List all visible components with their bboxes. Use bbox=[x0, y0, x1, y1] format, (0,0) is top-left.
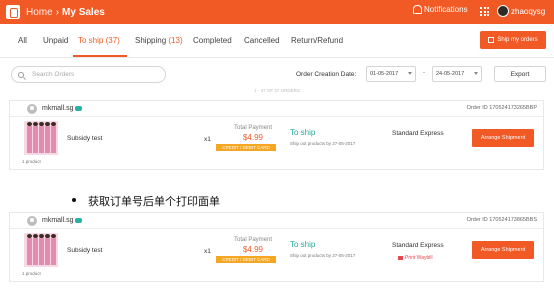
username[interactable]: zhaoqysg bbox=[511, 7, 545, 16]
active-tab-indicator bbox=[73, 55, 127, 57]
date-filter-label: Order Creation Date: bbox=[296, 71, 357, 78]
tab-return-refund[interactable]: Return/Refund bbox=[291, 36, 343, 45]
quantity: x1 bbox=[204, 136, 211, 143]
total-payment-label: Total Payment bbox=[233, 125, 273, 131]
order-id: Order ID 170524173865BBS bbox=[466, 217, 537, 223]
caption-text: 获取订单号后单个打印面单 bbox=[88, 195, 220, 208]
page-title: My Sales bbox=[62, 6, 105, 18]
notifications-link[interactable]: Notifications bbox=[413, 5, 468, 14]
orders-summary: 1 - 37 OF 37 ORDERS bbox=[254, 88, 300, 93]
breadcrumb: Home › My Sales bbox=[26, 7, 105, 18]
order-status: To ship bbox=[290, 240, 316, 249]
order-status: To ship bbox=[290, 128, 316, 137]
product-thumbnail[interactable] bbox=[24, 121, 58, 155]
shipping-channel: Standard Express bbox=[392, 242, 444, 249]
date-to-picker[interactable]: 24-05-2017 bbox=[432, 66, 482, 82]
quantity: x1 bbox=[204, 248, 211, 255]
bullet-point bbox=[72, 198, 76, 202]
product-name: Subsidy test bbox=[67, 247, 103, 254]
chat-icon[interactable] bbox=[74, 217, 82, 223]
ship-my-orders-button[interactable]: Ship my orders bbox=[480, 31, 546, 49]
export-button[interactable]: Export bbox=[494, 66, 546, 82]
order-card: mkmall.sg Order ID 170524173865BBS 1 pro… bbox=[9, 212, 544, 282]
buyer-avatar bbox=[27, 104, 37, 114]
bell-icon bbox=[413, 5, 422, 14]
order-card-header: mkmall.sg Order ID 170524173265BBP bbox=[10, 101, 543, 117]
top-nav-bar: Home › My Sales Notifications zhaoqysg bbox=[0, 0, 554, 24]
arrange-shipment-button[interactable]: Arrange Shipment bbox=[472, 241, 534, 259]
tab-cancelled[interactable]: Cancelled bbox=[244, 36, 280, 45]
to-ship-count: (37) bbox=[105, 36, 120, 45]
printer-icon bbox=[398, 255, 403, 260]
product-count: 1 product bbox=[22, 159, 41, 164]
date-from-picker[interactable]: 01-05-2017 bbox=[366, 66, 416, 82]
shipping-channel: Standard Express bbox=[392, 130, 444, 137]
tab-shipping[interactable]: Shipping (13) bbox=[135, 36, 183, 45]
payment-method-badge: CREDIT / DEBIT CARD bbox=[216, 144, 276, 151]
shop-logo-icon[interactable] bbox=[6, 5, 20, 19]
tab-completed[interactable]: Completed bbox=[193, 36, 232, 45]
buyer-name[interactable]: mkmall.sg bbox=[42, 217, 82, 224]
total-payment-label: Total Payment bbox=[233, 237, 273, 243]
order-card: mkmall.sg Order ID 170524173265BBP 1 pro… bbox=[9, 100, 544, 170]
breadcrumb-separator: › bbox=[55, 6, 60, 18]
buyer-avatar bbox=[27, 216, 37, 226]
total-price: $4.99 bbox=[242, 133, 264, 142]
arrange-shipment-button[interactable]: Arrange Shipment bbox=[472, 129, 534, 147]
tab-unpaid[interactable]: Unpaid bbox=[43, 36, 68, 45]
search-placeholder: Search Orders bbox=[32, 71, 75, 78]
date-range-separator: - bbox=[423, 70, 425, 76]
print-waybill-link[interactable]: Print Waybill bbox=[398, 255, 433, 261]
total-price: $4.99 bbox=[242, 245, 264, 254]
product-name: Subsidy test bbox=[67, 135, 103, 142]
product-count: 1 product bbox=[22, 271, 41, 276]
tab-to-ship[interactable]: To ship (37) bbox=[78, 36, 120, 45]
ship-by-note: Ship out products by 27-05-2017 bbox=[290, 253, 356, 258]
buyer-name[interactable]: mkmall.sg bbox=[42, 105, 82, 112]
shipping-count: (13) bbox=[168, 36, 183, 45]
order-status-tabs: All Unpaid To ship (37) Shipping (13) Co… bbox=[0, 24, 554, 58]
product-thumbnail[interactable] bbox=[24, 233, 58, 267]
chat-icon[interactable] bbox=[74, 105, 82, 111]
search-icon bbox=[18, 71, 24, 78]
chevron-down-icon bbox=[474, 72, 478, 75]
apps-grid-icon[interactable] bbox=[480, 7, 489, 16]
notifications-label: Notifications bbox=[424, 5, 468, 14]
ship-by-note: Ship out products by 27-05-2017 bbox=[290, 141, 356, 146]
order-id: Order ID 170524173265BBP bbox=[466, 105, 537, 111]
tab-all[interactable]: All bbox=[18, 36, 27, 45]
breadcrumb-home[interactable]: Home bbox=[26, 7, 53, 18]
search-input[interactable]: Search Orders bbox=[11, 66, 166, 83]
user-avatar[interactable] bbox=[497, 5, 509, 17]
payment-method-badge: CREDIT / DEBIT CARD bbox=[216, 256, 276, 263]
package-icon bbox=[488, 37, 495, 43]
chevron-down-icon bbox=[408, 72, 412, 75]
order-card-header: mkmall.sg Order ID 170524173865BBS bbox=[10, 213, 543, 229]
